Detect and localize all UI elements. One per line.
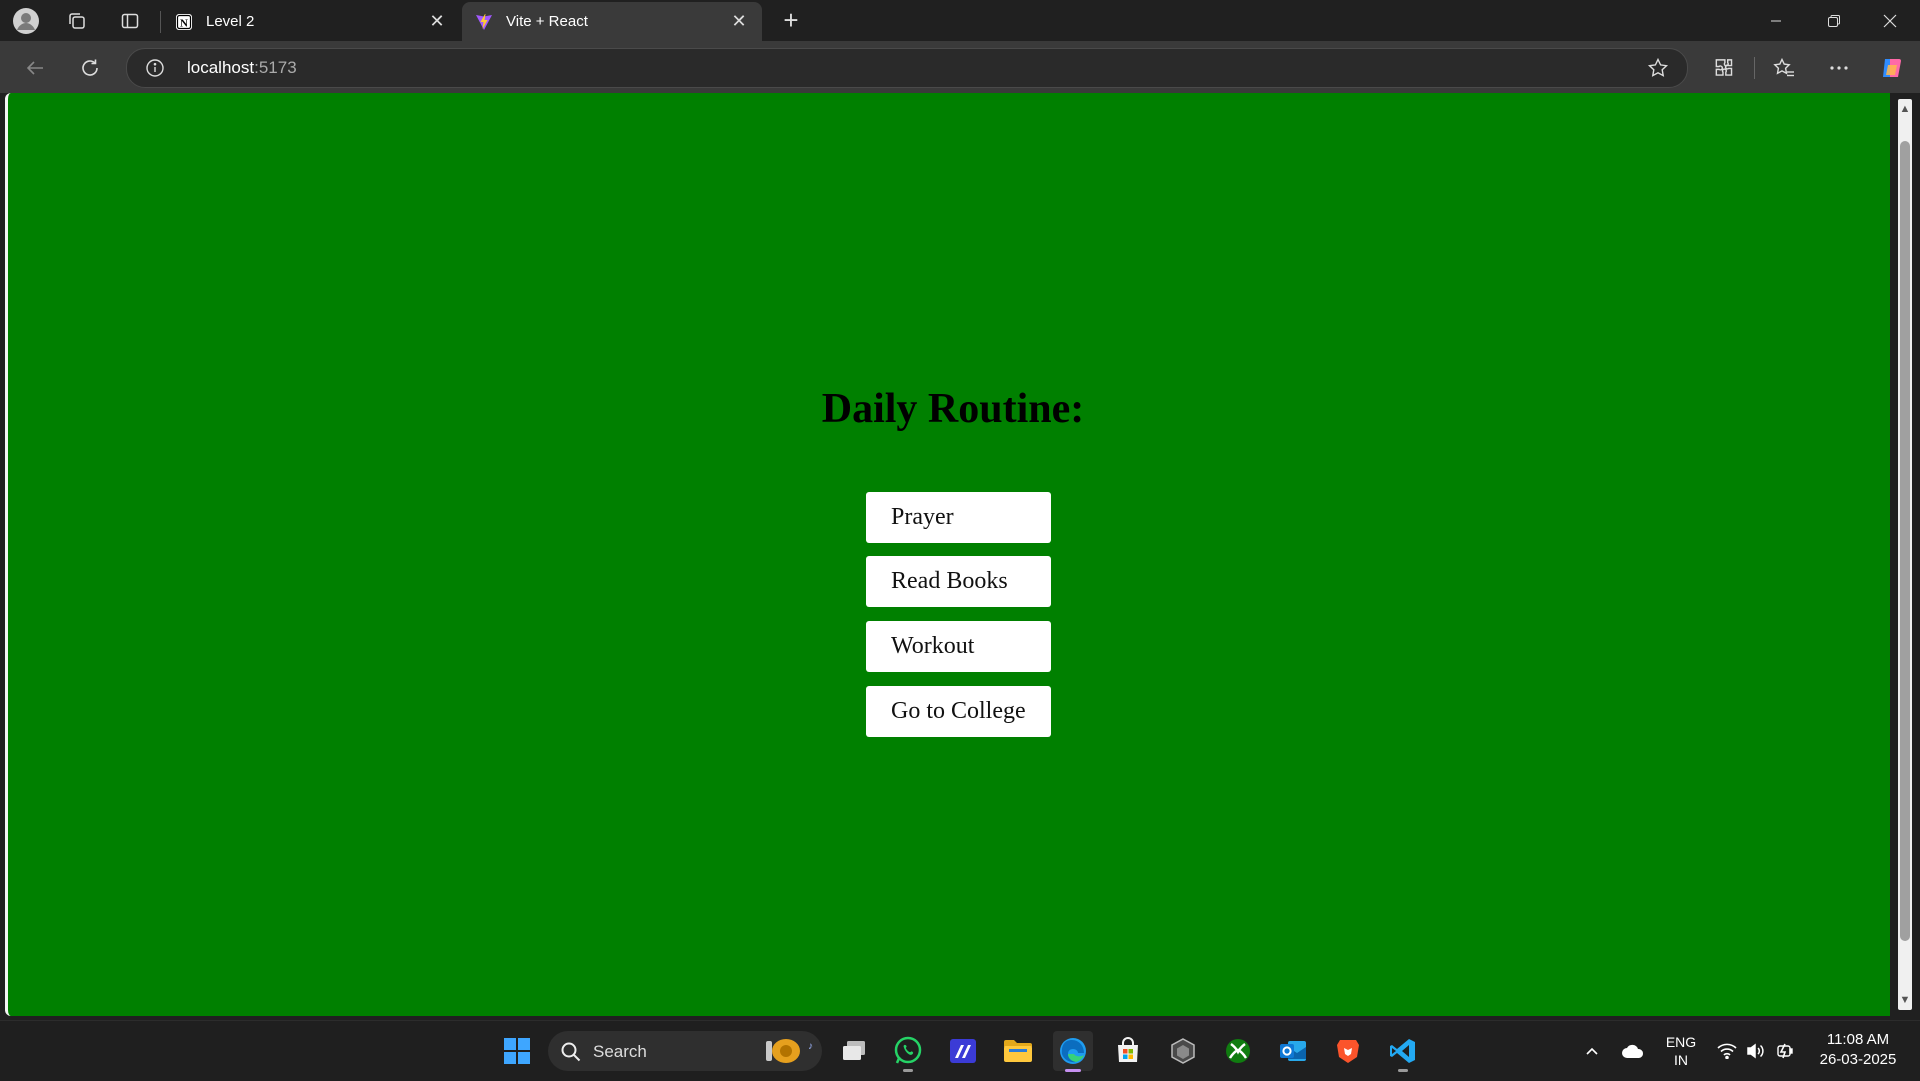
notion-icon: N [174,12,194,32]
language-code: ENG [1665,1034,1697,1050]
language-indicator[interactable]: ENG IN [1660,1021,1702,1081]
site-info-icon[interactable] [145,58,165,78]
page-viewport: Daily Routine: Prayer Read Books Workout… [5,93,1890,1016]
show-hidden-icons-chevron-icon[interactable] [1580,1021,1604,1081]
url-port: :5173 [254,58,297,77]
active-indicator [1065,1069,1081,1072]
onedrive-cloud-icon[interactable] [1618,1021,1648,1081]
prayer-button[interactable]: Prayer [866,492,1051,543]
close-tab-icon[interactable]: ✕ [730,12,748,30]
svg-text:♪: ♪ [808,1041,813,1052]
go-to-college-button[interactable]: Go to College [866,686,1051,737]
taskbar: Search ♪ ENG IN 11:08 AM 26-03-2025 [0,1020,1920,1081]
address-bar[interactable]: localhost:5173 [126,48,1688,88]
tab-separator [160,11,161,33]
close-tab-icon[interactable]: ✕ [428,12,446,30]
tab-level-2[interactable]: N Level 2 ✕ [160,2,460,41]
volume-icon[interactable] [1743,1021,1769,1081]
vscode-icon[interactable] [1383,1031,1423,1072]
tab-title: Vite + React [506,13,588,30]
more-options-icon[interactable] [1825,54,1853,82]
favorites-icon[interactable] [1770,54,1798,82]
read-books-button[interactable]: Read Books [866,556,1051,607]
xbox-icon[interactable] [1218,1031,1258,1071]
edge-browser-icon[interactable] [1053,1031,1093,1072]
region-code: IN [1674,1052,1688,1068]
tab-vite-react[interactable]: Vite + React ✕ [462,2,762,41]
running-indicator [1398,1069,1408,1072]
scroll-up-icon[interactable]: ▲ [1899,103,1911,115]
svg-text:N: N [180,17,188,29]
file-explorer-icon[interactable] [998,1031,1038,1071]
restore-icon[interactable] [1806,0,1862,41]
close-window-icon[interactable] [1862,0,1918,41]
windows-start-icon[interactable] [497,1031,537,1071]
new-tab-icon[interactable]: + [778,7,804,34]
browser-toolbar: localhost:5173 [0,41,1920,93]
running-indicator [903,1069,913,1072]
scroll-down-icon[interactable]: ▼ [1899,994,1911,1006]
outlook-icon[interactable] [1273,1031,1313,1071]
wifi-icon[interactable] [1714,1021,1740,1081]
url-text[interactable]: localhost:5173 [187,58,297,78]
vite-icon [474,12,494,32]
taskbar-search[interactable]: Search ♪ [548,1031,822,1071]
search-label: Search [593,1042,647,1061]
system-clock[interactable]: 11:08 AM 26-03-2025 [1808,1030,1908,1070]
clock-date: 26-03-2025 [1819,1051,1897,1068]
whatsapp-icon[interactable] [888,1031,928,1072]
scrollbar[interactable]: ▲ ▼ [1898,99,1912,1010]
vertical-tabs-icon[interactable] [117,8,143,34]
workspaces-icon[interactable] [64,8,90,34]
tab-title: Level 2 [206,13,255,30]
microsoft-store-icon[interactable] [1108,1031,1148,1071]
scrollbar-thumb[interactable] [1900,141,1910,941]
copilot-icon[interactable] [1878,54,1906,82]
task-view-icon[interactable] [834,1031,874,1071]
page-title: Daily Routine: [821,386,1085,432]
search-icon [560,1041,582,1063]
brave-browser-icon[interactable] [1328,1031,1368,1071]
back-arrow-icon[interactable] [20,53,50,83]
extensions-icon[interactable] [1710,54,1738,82]
url-host: localhost [187,58,255,77]
toolbar-divider [1754,57,1755,79]
search-highlight-icon: ♪ [760,1035,818,1067]
minimize-icon[interactable] [1748,0,1804,41]
profile-avatar-icon[interactable] [13,8,39,34]
clock-time: 11:08 AM [1826,1031,1890,1048]
workout-button[interactable]: Workout [866,621,1051,672]
app-icon-blue[interactable] [943,1031,983,1071]
unity-hub-icon[interactable] [1163,1031,1203,1071]
favorite-star-icon[interactable] [1647,57,1669,79]
scrollbar-area: ▲ ▼ [1890,93,1920,1016]
refresh-icon[interactable] [75,53,105,83]
title-bar: N Level 2 ✕ Vite + React ✕ + [0,0,1920,41]
battery-charging-icon[interactable] [1772,1021,1798,1081]
